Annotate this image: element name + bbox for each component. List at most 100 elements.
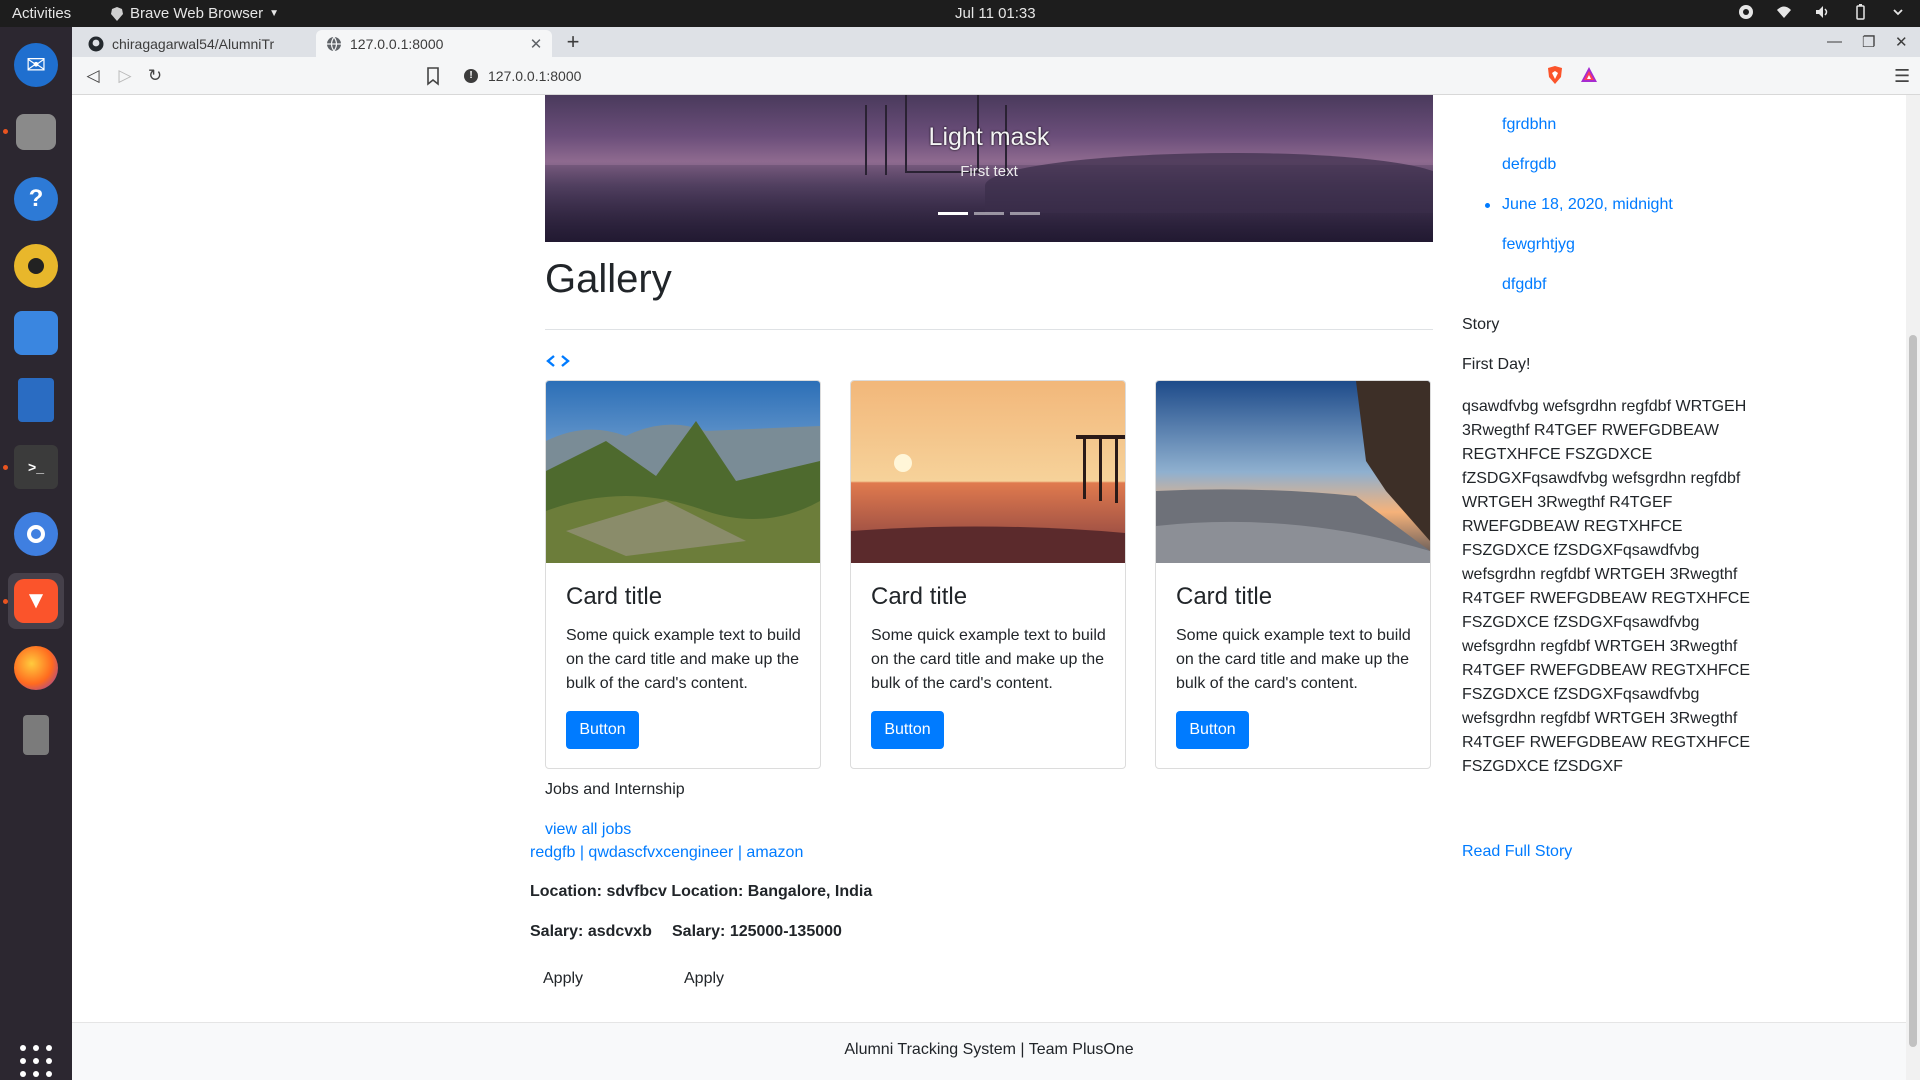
gallery-card: Card title Some quick example text to bu…	[850, 380, 1126, 769]
battery-icon[interactable]	[1852, 4, 1868, 20]
event-link[interactable]: fewgrhtjyg	[1502, 236, 1575, 254]
minimize-window-icon[interactable]: —	[1827, 33, 1842, 50]
dock-help[interactable]: ?	[8, 171, 64, 227]
github-icon	[88, 36, 104, 51]
drive-icon	[23, 715, 49, 755]
job-links[interactable]: redgfb | qwdascfvxcengineer | amazon	[530, 844, 803, 862]
job-salary-1: Salary: asdcvxb	[530, 923, 652, 940]
card-button[interactable]: Button	[871, 711, 944, 749]
apply-button[interactable]: Apply	[684, 970, 724, 988]
tab-github[interactable]: chiragagarwal54/AlumniTr	[78, 30, 312, 57]
view-all-jobs-link[interactable]: view all jobs	[545, 821, 631, 839]
brave-shields-icon[interactable]	[1546, 65, 1564, 85]
rocky-beach-photo	[1156, 381, 1430, 563]
app-menu-label: Brave Web Browser	[130, 5, 264, 22]
back-icon[interactable]: ◁	[82, 65, 104, 87]
dock-files[interactable]	[8, 104, 64, 160]
carousel-indicator-2[interactable]	[974, 212, 1004, 215]
brave-icon: ▼	[14, 579, 58, 623]
close-tab-icon[interactable]: ✕	[526, 35, 546, 53]
event-date-link[interactable]: June 18, 2020, midnight	[1502, 196, 1673, 214]
list-bullet	[1485, 203, 1490, 208]
card-text: Some quick example text to build on the …	[566, 627, 801, 692]
event-link[interactable]: fgrdbhn	[1502, 116, 1556, 134]
show-applications-icon[interactable]	[20, 1045, 52, 1077]
story-body: qsawdfvbg wefsgrdhn regfdbf WRTGEH 3Rweg…	[1462, 398, 1751, 775]
reload-icon[interactable]: ↻	[144, 65, 166, 87]
close-window-icon[interactable]: ✕	[1895, 33, 1908, 51]
footer-text: Alumni Tracking System | Team PlusOne	[844, 1041, 1134, 1058]
hamburger-menu-icon[interactable]: ☰	[1894, 66, 1910, 87]
dock: ✉ ? >_ ▼	[0, 27, 72, 1080]
dock-software[interactable]	[8, 305, 64, 361]
divider	[545, 329, 1433, 330]
carousel-indicator-1[interactable]	[938, 212, 968, 215]
chevron-left-icon[interactable]	[545, 354, 557, 368]
card-button[interactable]: Button	[1176, 711, 1249, 749]
tab-title: chiragagarwal54/AlumniTr	[112, 35, 275, 52]
hero-carousel[interactable]: Light mask First text	[545, 95, 1433, 242]
url-text: 127.0.0.1:8000	[488, 68, 582, 84]
chevron-down-icon: ▼	[269, 8, 280, 19]
mountain-ruins-photo	[546, 381, 820, 563]
tab-title: 127.0.0.1:8000	[350, 35, 444, 52]
sunset-pier-photo	[851, 381, 1125, 563]
power-menu-icon[interactable]	[1890, 4, 1906, 20]
story-title: First Day!	[1462, 356, 1531, 373]
read-full-story-link[interactable]: Read Full Story	[1462, 843, 1572, 861]
page-scrollbar[interactable]	[1906, 95, 1920, 1080]
carousel-hill	[985, 153, 1433, 213]
dock-writer[interactable]	[8, 372, 64, 428]
job-locations: Location: sdvfbcv Location: Bangalore, I…	[530, 883, 873, 900]
gallery-nav	[545, 354, 571, 368]
carousel-indicators	[545, 212, 1433, 215]
dock-thunderbird[interactable]: ✉	[8, 37, 64, 93]
libreoffice-writer-icon	[18, 378, 54, 422]
apply-button[interactable]: Apply	[543, 970, 583, 988]
page-viewport: Light mask First text Gallery Card title…	[72, 95, 1920, 1080]
browser-toolbar: ◁ ▷ ↻ ! 127.0.0.1:8000 ☰	[72, 57, 1920, 95]
app-menu[interactable]: Brave Web Browser ▼	[110, 5, 279, 22]
card-button[interactable]: Button	[566, 711, 639, 749]
carousel-indicator-3[interactable]	[1010, 212, 1040, 215]
bookmark-icon[interactable]	[424, 65, 442, 87]
page-footer: Alumni Tracking System | Team PlusOne	[72, 1022, 1906, 1080]
dock-rhythmbox[interactable]	[8, 238, 64, 294]
new-tab-button[interactable]: +	[560, 30, 586, 56]
chevron-right-icon[interactable]	[559, 354, 571, 368]
card-text: Some quick example text to build on the …	[1176, 627, 1411, 692]
wifi-icon[interactable]	[1776, 4, 1792, 20]
thunderbird-icon: ✉	[14, 43, 58, 87]
software-store-icon	[14, 311, 58, 355]
address-bar[interactable]: ! 127.0.0.1:8000	[456, 61, 1610, 91]
card-title: Card title	[871, 583, 968, 610]
job-salary-2: Salary: 125000-135000	[672, 923, 842, 940]
brave-rewards-icon[interactable]	[1580, 66, 1598, 84]
card-title: Card title	[1176, 583, 1273, 610]
jobs-heading: Jobs and Internship	[545, 781, 685, 798]
restore-window-icon[interactable]: ❐	[1862, 33, 1875, 51]
site-info-icon[interactable]: !	[464, 69, 478, 83]
system-tray[interactable]	[1738, 4, 1906, 20]
terminal-icon: >_	[14, 445, 58, 489]
record-icon[interactable]	[1738, 4, 1754, 20]
gallery-card: Card title Some quick example text to bu…	[545, 380, 821, 769]
dock-terminal[interactable]: >_	[8, 439, 64, 495]
card-text: Some quick example text to build on the …	[871, 627, 1106, 692]
activities-button[interactable]: Activities	[12, 5, 71, 22]
event-link[interactable]: dfgdbf	[1502, 276, 1546, 294]
dock-brave[interactable]: ▼	[8, 573, 64, 629]
event-link[interactable]: defrgdb	[1502, 156, 1556, 174]
scrollbar-thumb[interactable]	[1909, 335, 1917, 1047]
clock[interactable]: Jul 11 01:33	[955, 5, 1036, 22]
dock-removable-drive[interactable]	[8, 707, 64, 763]
volume-icon[interactable]	[1814, 4, 1830, 20]
dock-chromium[interactable]	[8, 506, 64, 562]
rhythmbox-icon	[14, 244, 58, 288]
brave-lion-icon	[111, 6, 123, 21]
dock-firefox[interactable]	[8, 640, 64, 696]
forward-icon[interactable]: ▷	[114, 65, 136, 87]
tab-localhost[interactable]: 127.0.0.1:8000 ✕	[316, 30, 552, 57]
tab-strip: chiragagarwal54/AlumniTr 127.0.0.1:8000 …	[72, 27, 1920, 57]
firefox-icon	[14, 646, 58, 690]
